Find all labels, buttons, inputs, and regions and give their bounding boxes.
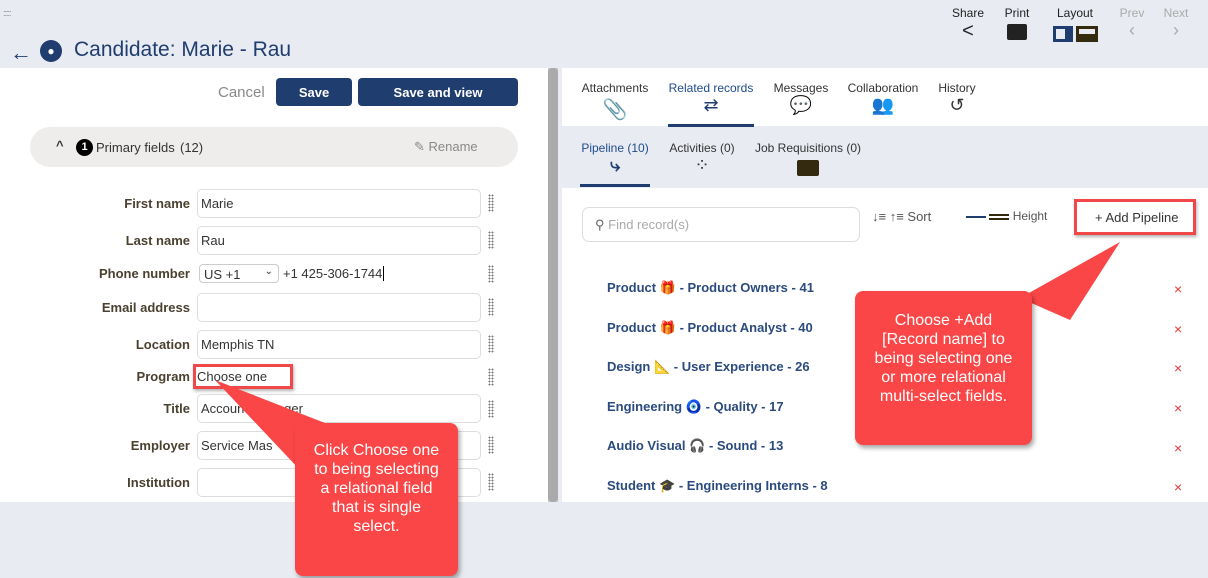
left-callout: Click Choose one to being selecting a re…	[295, 423, 458, 576]
right-callout-pointer	[1020, 242, 1120, 320]
right-callout: Choose +Add [Record name] to being selec…	[855, 291, 1032, 445]
callout-pointers	[215, 242, 1120, 470]
